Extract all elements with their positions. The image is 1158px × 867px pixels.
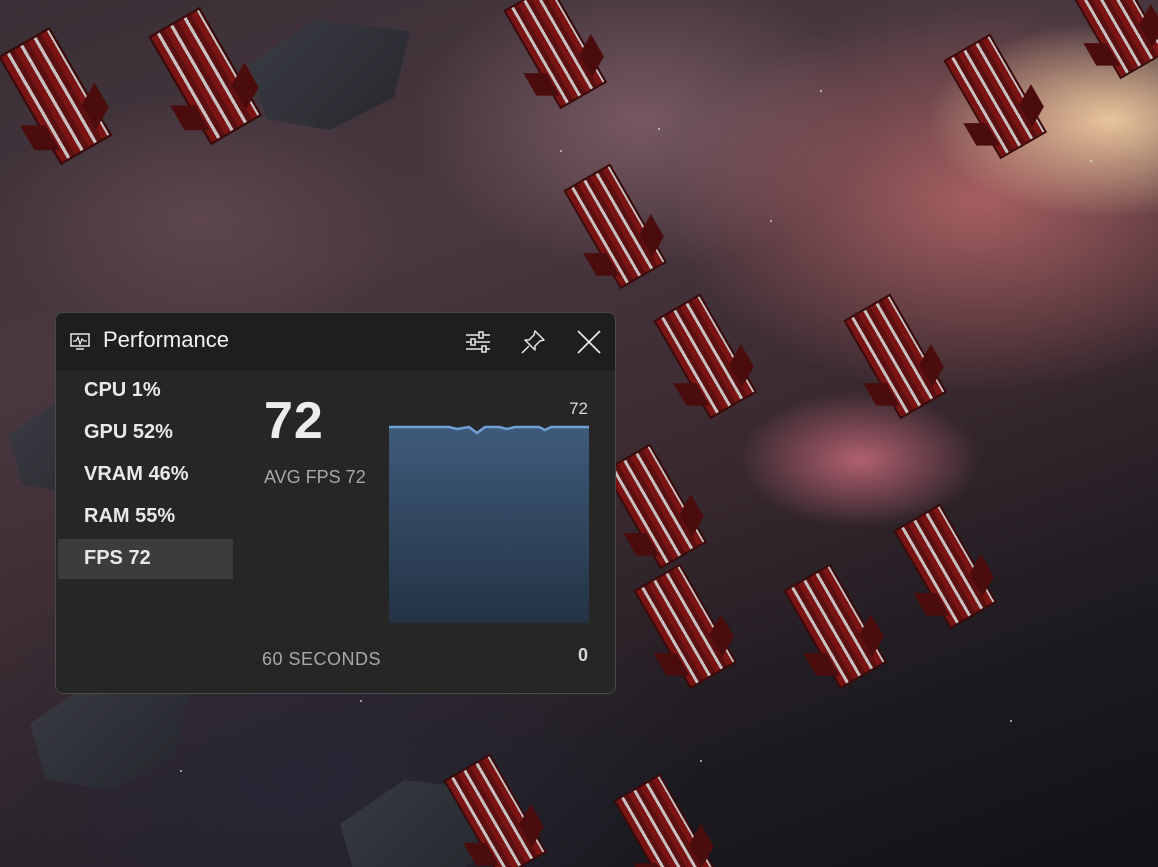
metric-label: FPS 72 bbox=[84, 547, 151, 569]
settings-button[interactable] bbox=[462, 326, 494, 358]
widget-title: Performance bbox=[103, 327, 229, 352]
graph-max-label: 72 bbox=[569, 399, 588, 418]
current-fps-value: 72 bbox=[264, 392, 324, 450]
performance-monitor-icon bbox=[70, 333, 90, 350]
fps-graph bbox=[389, 423, 589, 623]
metric-vram[interactable]: VRAM 46% bbox=[58, 455, 233, 495]
metric-cpu[interactable]: CPU 1% bbox=[58, 371, 233, 411]
avg-fps-label: AVG FPS 72 bbox=[264, 467, 366, 487]
fps-graph-area bbox=[389, 427, 589, 623]
metric-label: GPU 52% bbox=[84, 421, 173, 443]
close-icon bbox=[573, 326, 605, 358]
metric-ram[interactable]: RAM 55% bbox=[58, 497, 233, 537]
metrics-list: CPU 1% GPU 52% VRAM 46% RAM 55% FPS 72 bbox=[58, 371, 233, 581]
metric-fps[interactable]: FPS 72 bbox=[58, 539, 233, 579]
graph-min-label: 0 bbox=[577, 645, 588, 665]
pin-icon bbox=[517, 326, 549, 358]
pin-button[interactable] bbox=[517, 326, 549, 358]
close-button[interactable] bbox=[573, 326, 605, 358]
time-window-label: 60 SECONDS bbox=[262, 649, 382, 669]
performance-widget: Performance CPU 1% GPU 52% VRAM 46% RAM … bbox=[55, 312, 616, 694]
metric-label: RAM 55% bbox=[84, 505, 176, 527]
metric-label: VRAM 46% bbox=[84, 463, 189, 485]
metric-label: CPU 1% bbox=[84, 379, 161, 401]
metric-gpu[interactable]: GPU 52% bbox=[58, 413, 233, 453]
sliders-icon bbox=[462, 326, 494, 358]
widget-titlebar[interactable]: Performance bbox=[56, 313, 615, 371]
